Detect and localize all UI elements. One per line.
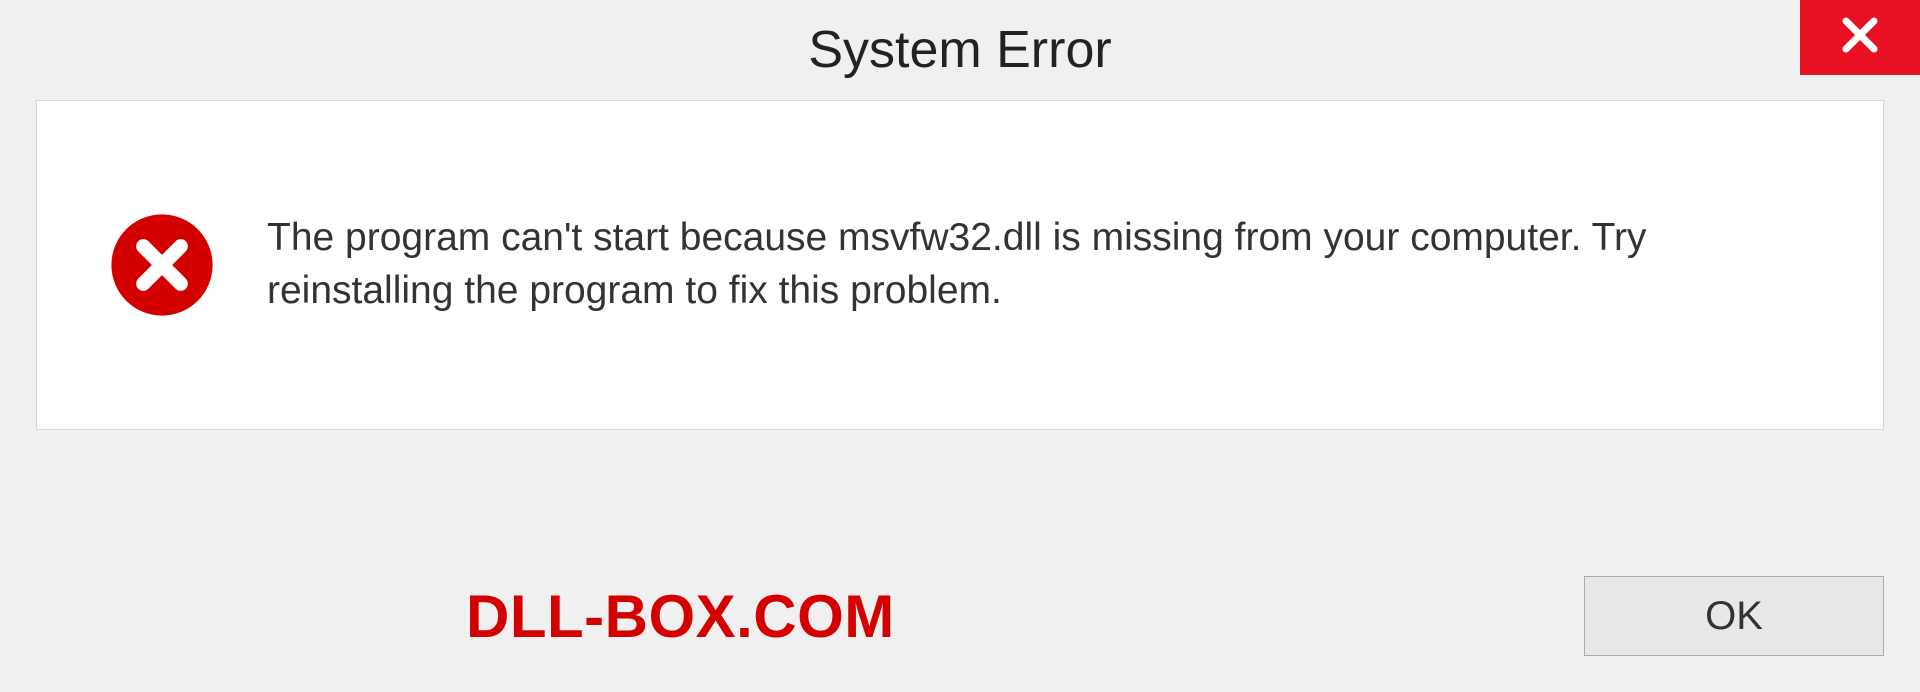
error-icon bbox=[107, 210, 217, 320]
dialog-content-panel: The program can't start because msvfw32.… bbox=[36, 100, 1884, 430]
dialog-footer: DLL-BOX.COM OK bbox=[36, 576, 1884, 656]
ok-button-label: OK bbox=[1705, 594, 1763, 639]
error-message-text: The program can't start because msvfw32.… bbox=[267, 212, 1813, 317]
ok-button[interactable]: OK bbox=[1584, 576, 1884, 656]
dialog-title: System Error bbox=[808, 20, 1111, 80]
close-button[interactable] bbox=[1800, 0, 1920, 75]
close-icon bbox=[1836, 11, 1884, 64]
watermark-text: DLL-BOX.COM bbox=[466, 582, 895, 651]
titlebar: System Error bbox=[0, 0, 1920, 100]
